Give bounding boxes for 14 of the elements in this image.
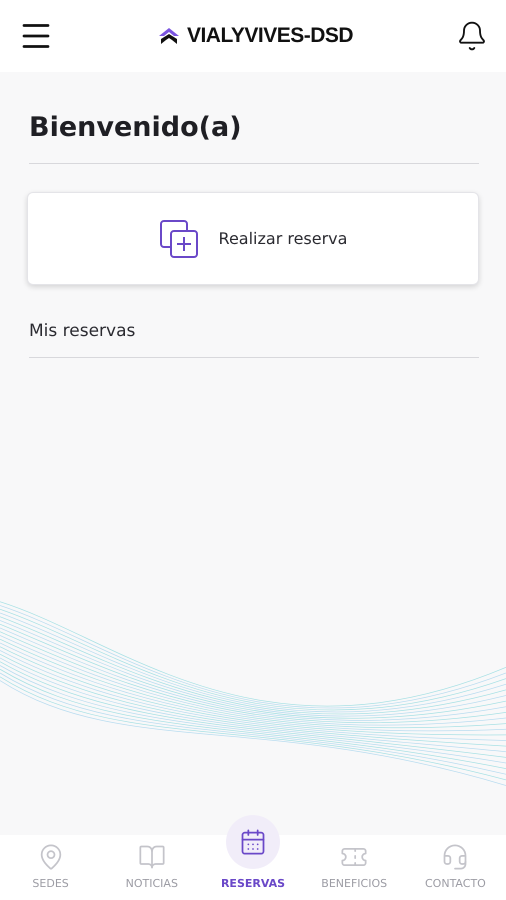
calendar-icon bbox=[239, 828, 267, 856]
logo-icon bbox=[156, 27, 181, 45]
brand-name: VIALYVIVES-DSD bbox=[186, 24, 354, 48]
welcome-heading: Bienvenido(a) bbox=[29, 112, 479, 164]
nav-tab[interactable]: BENEFICIOS bbox=[304, 808, 405, 900]
nav-tab[interactable]: NOTICIAS bbox=[101, 808, 202, 900]
nav-tab[interactable]: RESERVAS bbox=[202, 808, 304, 900]
book-icon bbox=[138, 843, 166, 871]
headset-icon bbox=[441, 843, 470, 871]
add-copy-icon bbox=[158, 218, 199, 258]
nav-tab[interactable]: SEDES bbox=[0, 808, 102, 900]
section-title: Mis reservas bbox=[29, 321, 479, 358]
make-reservation-button[interactable]: Realizar reserva bbox=[27, 192, 479, 285]
nav-tab[interactable]: CONTACTO bbox=[404, 808, 506, 900]
